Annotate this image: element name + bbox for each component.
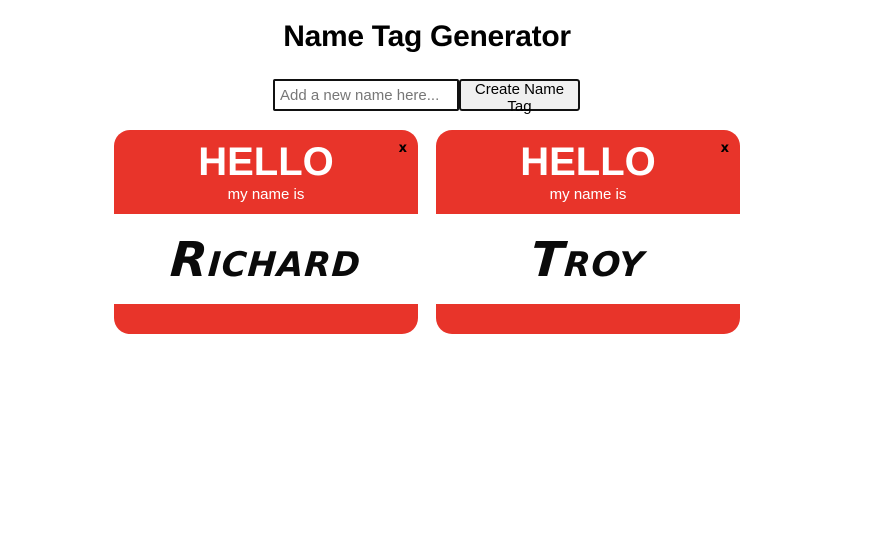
tag-subtitle: my name is bbox=[549, 186, 627, 203]
tag-hello-heading: HELLO bbox=[520, 140, 656, 184]
name-tag: HELLO my name is x Richard bbox=[114, 130, 418, 334]
tag-subtitle: my name is bbox=[227, 186, 305, 203]
tag-hello-heading: HELLO bbox=[198, 140, 334, 184]
create-name-tag-button[interactable]: Create Name Tag bbox=[459, 79, 580, 115]
tag-name-area: Richard bbox=[114, 214, 418, 304]
tag-name: Richard bbox=[168, 232, 364, 288]
tag-name-area: Troy bbox=[436, 214, 740, 304]
page-title: Name Tag Generator bbox=[283, 20, 571, 53]
tag-name: Troy bbox=[528, 232, 647, 288]
add-name-form: Create Name Tag bbox=[273, 79, 580, 115]
page: Name Tag Generator Create Name Tag HELLO… bbox=[0, 0, 871, 553]
close-icon[interactable]: x bbox=[721, 142, 729, 156]
name-tag: HELLO my name is x Troy bbox=[436, 130, 740, 334]
name-input[interactable] bbox=[273, 79, 459, 111]
close-icon[interactable]: x bbox=[399, 142, 407, 156]
